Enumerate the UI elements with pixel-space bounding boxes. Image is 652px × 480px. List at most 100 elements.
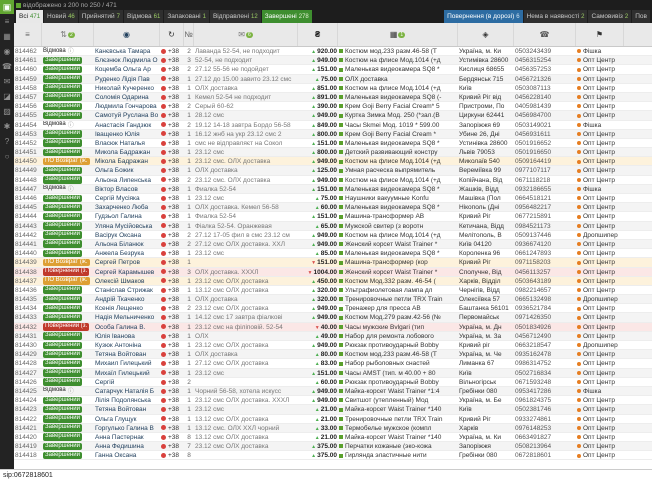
order-id[interactable]: 814434 — [14, 304, 42, 312]
order-id[interactable]: 814428 — [14, 359, 42, 367]
viber-icon[interactable] — [161, 352, 166, 357]
viber-icon[interactable] — [161, 205, 166, 210]
table-row[interactable]: 814427ЗавершенийМихаїл Гилецький+38123.1… — [14, 369, 652, 378]
column-header-phone[interactable]: ☎ — [514, 23, 576, 46]
order-id[interactable]: 814430 — [14, 341, 42, 349]
table-row[interactable]: 814453ЗавершенийІващенко Юлія+38116.12 ж… — [14, 130, 652, 139]
viber-icon[interactable] — [161, 453, 166, 458]
order-id[interactable]: 814444 — [14, 212, 42, 220]
viber-icon[interactable] — [161, 76, 166, 81]
order-id[interactable]: 814427 — [14, 369, 42, 377]
customer-phone[interactable]: 0976148253 — [514, 424, 576, 432]
customer-phone[interactable]: 0671118218 — [514, 176, 576, 184]
customer-phone[interactable]: 0503149021 — [514, 121, 576, 129]
app-logo[interactable]: ▣ — [0, 0, 14, 14]
order-id[interactable]: 814450 — [14, 157, 42, 165]
viber-icon[interactable] — [161, 324, 166, 329]
table-row[interactable]: 814426ЗавершенийСергій+382▲60.00Рюкзак п… — [14, 378, 652, 387]
customer-phone[interactable]: 0936521784 — [514, 304, 576, 312]
products-icon[interactable]: ▨ — [0, 104, 14, 119]
customer-phone[interactable]: 0456721326 — [514, 75, 576, 83]
table-row[interactable]: 814445ЗавершенийЗахарченко Люба+381ОЛХ д… — [14, 203, 652, 212]
table-row[interactable]: 814431ЗавершенийЮлія Іванова+381ОЛХ▲49.0… — [14, 332, 652, 341]
customer-phone[interactable]: 0933274861 — [514, 415, 576, 423]
table-row[interactable]: 814421ЗавершенийГоргулько Галина В+38113… — [14, 424, 652, 433]
column-header-source[interactable]: ⚑ — [576, 23, 624, 46]
table-row[interactable]: 814425ВідмоваⓘСатарчук Наталія Б+381Чорн… — [14, 387, 652, 396]
customer-phone[interactable]: 0672818601 — [514, 451, 576, 459]
customer-phone[interactable]: 0509137446 — [514, 231, 576, 239]
status-tab[interactable]: Новий46 — [44, 10, 78, 23]
customer-phone[interactable]: 0501916652 — [514, 139, 576, 147]
status-tab[interactable]: Нема в наявності2 — [524, 10, 588, 23]
table-row[interactable]: 814449ЗавершенийОльга Божик+381ОЛХ доста… — [14, 166, 652, 175]
customer-phone[interactable]: 0509164419 — [514, 157, 576, 165]
order-id[interactable]: 814443 — [14, 222, 42, 230]
order-id[interactable]: 814441 — [14, 240, 42, 248]
customer-phone[interactable]: 0405981439 — [514, 102, 576, 110]
viber-icon[interactable] — [161, 251, 166, 256]
viber-icon[interactable] — [161, 416, 166, 421]
customer-phone[interactable]: 0956482217 — [514, 203, 576, 211]
table-row[interactable]: 814428ЗавершенийМихаил Гилецький+38127.1… — [14, 359, 652, 368]
viber-icon[interactable] — [161, 131, 166, 136]
order-id[interactable]: 814438 — [14, 268, 42, 276]
viber-icon[interactable] — [161, 141, 166, 146]
order-id[interactable]: 814451 — [14, 148, 42, 156]
customer-phone[interactable]: 0508213964 — [514, 442, 576, 450]
table-row[interactable]: 814418ЗавершенийГанна Оксана+388▲375.00Г… — [14, 451, 652, 460]
order-id[interactable]: 814439 — [14, 258, 42, 266]
order-id[interactable]: 814425 — [14, 387, 42, 395]
customer-phone[interactable]: 0971426350 — [514, 313, 576, 321]
viber-icon[interactable] — [161, 444, 166, 449]
mail-icon[interactable]: ✉ — [0, 74, 14, 89]
order-id[interactable]: 814453 — [14, 130, 42, 138]
order-id[interactable]: 814447 — [14, 185, 42, 193]
viber-icon[interactable] — [161, 370, 166, 375]
order-id[interactable]: 814445 — [14, 203, 42, 211]
table-row[interactable]: 814454ВідмоваⓘАнастасія Гандзюк+38219.12… — [14, 121, 652, 130]
table-row[interactable]: 814452ЗавершенийВласюк Наталья+381смс не… — [14, 139, 652, 148]
order-id[interactable]: 814435 — [14, 295, 42, 303]
orders-icon[interactable]: ≡ — [0, 14, 14, 29]
order-id[interactable]: 814432 — [14, 323, 42, 331]
sip-link[interactable]: sip:0672818601 — [3, 472, 53, 479]
status-tab[interactable]: Прийнятий7 — [79, 10, 123, 23]
order-id[interactable]: 814423 — [14, 405, 42, 413]
order-id[interactable]: 814431 — [14, 332, 42, 340]
calls-icon[interactable]: ☎ — [0, 59, 14, 74]
viber-icon[interactable] — [161, 95, 166, 100]
customer-phone[interactable]: 0932186655 — [514, 185, 576, 193]
viber-icon[interactable] — [161, 278, 166, 283]
order-id[interactable]: 814422 — [14, 415, 42, 423]
customer-phone[interactable]: 0961824375 — [514, 396, 576, 404]
viber-icon[interactable] — [161, 214, 166, 219]
status-tab[interactable]: Відправлені12 — [210, 10, 261, 23]
table-row[interactable]: 814439ПО Возврат (ж.Сергей Петров+381▼15… — [14, 258, 652, 267]
viber-icon[interactable] — [161, 435, 166, 440]
customer-phone[interactable]: 0456315254 — [514, 56, 576, 64]
customer-phone[interactable]: 0671593248 — [514, 378, 576, 386]
table-row[interactable]: 814451ЗавершенийМикола Бадражан+38123.12… — [14, 148, 652, 157]
viber-icon[interactable] — [161, 315, 166, 320]
table-row[interactable]: 814434ЗавершенийКсенія Лещенко+38223.12 … — [14, 304, 652, 313]
status-tab[interactable]: Повернення (в дорозі)6 — [444, 10, 523, 23]
viber-icon[interactable] — [161, 233, 166, 238]
customer-phone[interactable]: 0661247893 — [514, 249, 576, 257]
customer-phone[interactable]: 0953417286 — [514, 387, 576, 395]
customer-phone[interactable]: 0984521173 — [514, 222, 576, 230]
viber-icon[interactable] — [161, 242, 166, 247]
order-id[interactable]: 814418 — [14, 451, 42, 459]
column-header-cnt[interactable]: № — [184, 23, 194, 46]
table-row[interactable]: 814456ЗавершенийЛюдмила Гончарова+382Сер… — [14, 102, 652, 111]
status-tab[interactable]: Пов — [632, 10, 650, 23]
customer-phone[interactable]: 0503087113 — [514, 84, 576, 92]
order-id[interactable]: 814460 — [14, 65, 42, 73]
viber-icon[interactable] — [161, 389, 166, 394]
table-row[interactable]: 814422ЗавершенийОльга Глущук+38113.12 см… — [14, 415, 652, 424]
table-row[interactable]: 814461ЗавершенийБлєзнюк Людмила О+38352-… — [14, 56, 652, 65]
order-id[interactable]: 814419 — [14, 442, 42, 450]
viber-icon[interactable] — [161, 361, 166, 366]
order-id[interactable]: 814446 — [14, 194, 42, 202]
viber-icon[interactable] — [161, 159, 166, 164]
